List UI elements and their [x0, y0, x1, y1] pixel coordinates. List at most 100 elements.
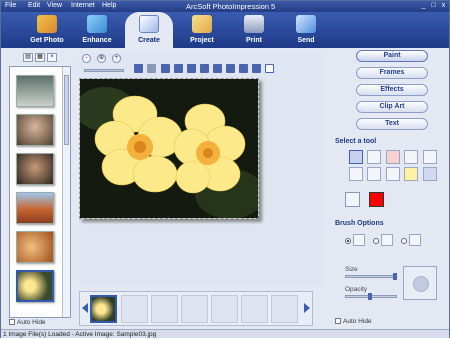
auto-hide-right[interactable]: Auto Hide — [335, 318, 372, 325]
close-panel-icon[interactable]: × — [47, 53, 57, 62]
clip-art-button[interactable]: Clip Art — [356, 101, 428, 113]
undo-icon[interactable] — [161, 64, 170, 73]
trash-icon[interactable] — [252, 64, 261, 73]
brush-icon — [139, 15, 159, 33]
filmstrip-slot[interactable] — [241, 295, 268, 323]
edit-toolbar: - ⊕ + — [79, 53, 323, 77]
smudge-icon[interactable] — [386, 167, 400, 181]
auto-hide-left[interactable]: Auto Hide — [9, 319, 46, 326]
thumbnail-item[interactable] — [16, 192, 54, 224]
tab-print[interactable]: Print — [229, 12, 279, 48]
flip-vertical-icon[interactable] — [226, 64, 235, 73]
paintbrush-icon[interactable] — [349, 150, 363, 164]
menu-file[interactable]: File — [5, 2, 16, 9]
filmstrip-slot[interactable] — [151, 295, 178, 323]
line-icon[interactable] — [404, 150, 418, 164]
image-canvas[interactable] — [75, 78, 265, 219]
rotate-left-icon[interactable] — [187, 64, 196, 73]
brush-preview — [403, 266, 437, 300]
tab-project-label: Project — [190, 37, 214, 44]
edit-area: - ⊕ + — [75, 53, 323, 285]
filmstrip-slot[interactable] — [181, 295, 208, 323]
send-icon — [296, 15, 316, 33]
flip-horizontal-icon[interactable] — [213, 64, 222, 73]
auto-hide-label: Auto Hide — [17, 319, 46, 326]
menu-view[interactable]: View — [47, 2, 62, 9]
size-slider-knob[interactable] — [393, 273, 397, 280]
view-list-icon[interactable]: ▤ — [23, 53, 33, 62]
opacity-slider[interactable] — [345, 293, 397, 300]
color-swatch[interactable] — [369, 192, 384, 207]
tab-create-label: Create — [138, 37, 160, 44]
tab-get-photo-label: Get Photo — [30, 37, 64, 44]
size-slider[interactable] — [345, 273, 397, 280]
tab-project[interactable]: Project — [175, 12, 229, 48]
tab-send[interactable]: Send — [281, 12, 331, 48]
thumbnail-item[interactable] — [16, 114, 54, 146]
pencil-option-icon[interactable] — [381, 234, 393, 246]
fill-bucket-icon[interactable] — [367, 150, 381, 164]
maximize-button[interactable]: □ — [429, 2, 438, 10]
menu-edit[interactable]: Edit — [28, 2, 40, 9]
title-bar: File Edit View Internet Help ArcSoft Pho… — [1, 1, 449, 12]
menu-internet[interactable]: Internet — [71, 2, 95, 9]
opacity-slider-knob[interactable] — [368, 293, 372, 300]
close-button[interactable]: x — [439, 2, 448, 10]
brush-option-icon[interactable] — [353, 234, 365, 246]
tab-enhance[interactable]: Enhance — [69, 12, 125, 48]
redo-icon[interactable] — [174, 64, 183, 73]
sun-icon[interactable] — [404, 167, 418, 181]
scroll-left-arrow-icon[interactable] — [82, 303, 88, 313]
cone-icon[interactable] — [349, 167, 363, 181]
zoom-out-button[interactable]: - — [82, 54, 91, 63]
rotate-right-icon[interactable] — [200, 64, 209, 73]
thumbnail-item-selected[interactable] — [16, 270, 54, 302]
auto-hide-checkbox-right[interactable] — [335, 318, 341, 325]
paint-button[interactable]: Paint — [356, 50, 428, 62]
eyedropper-icon[interactable] — [345, 192, 360, 207]
scroll-right-arrow-icon[interactable] — [304, 303, 310, 313]
tab-get-photo[interactable]: Get Photo — [19, 12, 75, 48]
app-window: File Edit View Internet Help ArcSoft Pho… — [0, 0, 450, 338]
tab-create[interactable]: Create — [125, 12, 173, 48]
moon-icon[interactable] — [423, 167, 437, 181]
zoom-in-button[interactable]: + — [112, 54, 121, 63]
thumbnail-list — [9, 66, 71, 318]
eraser-icon[interactable] — [386, 150, 400, 164]
flower-photo[interactable] — [75, 79, 265, 219]
paste-icon[interactable] — [147, 64, 156, 73]
menu-help[interactable]: Help — [102, 2, 116, 9]
airbrush-option-icon[interactable] — [409, 234, 421, 246]
thumbnail-item[interactable] — [16, 153, 54, 185]
copy-icon[interactable] — [134, 64, 143, 73]
minimize-button[interactable]: _ — [419, 2, 428, 10]
curve-icon[interactable] — [423, 150, 437, 164]
filmstrip-slot[interactable] — [271, 295, 298, 323]
drop-icon[interactable] — [367, 167, 381, 181]
zoom-slider[interactable] — [84, 69, 124, 72]
brush-radio-3[interactable] — [401, 238, 407, 244]
size-label: Size — [345, 266, 358, 273]
crop-icon[interactable] — [239, 64, 248, 73]
effects-button[interactable]: Effects — [356, 84, 428, 96]
brush-radio-2[interactable] — [373, 238, 379, 244]
zoom-fit-icon[interactable]: ⊕ — [97, 54, 106, 63]
auto-hide-label-right: Auto Hide — [343, 318, 372, 325]
close-image-icon[interactable] — [265, 64, 274, 73]
filmstrip-slot[interactable] — [211, 295, 238, 323]
filmstrip — [79, 291, 313, 326]
auto-hide-checkbox[interactable] — [9, 319, 15, 326]
brush-radio-1[interactable] — [345, 238, 351, 244]
filmstrip-slot[interactable] — [121, 295, 148, 323]
frames-button[interactable]: Frames — [356, 67, 428, 79]
opacity-label: Opacity — [345, 286, 368, 293]
scrollbar-thumb[interactable] — [64, 75, 69, 145]
thumbnail-item[interactable] — [16, 231, 54, 263]
text-button[interactable]: Text — [356, 118, 428, 130]
view-grid-icon[interactable]: ▦ — [35, 53, 45, 62]
status-bar: 1 Image File(s) Loaded - Active Image: S… — [1, 329, 449, 338]
thumbnail-item[interactable] — [16, 75, 54, 107]
camera-icon — [37, 15, 57, 33]
filmstrip-slot-active[interactable] — [90, 295, 117, 323]
thumbnail-scrollbar[interactable] — [62, 67, 70, 317]
